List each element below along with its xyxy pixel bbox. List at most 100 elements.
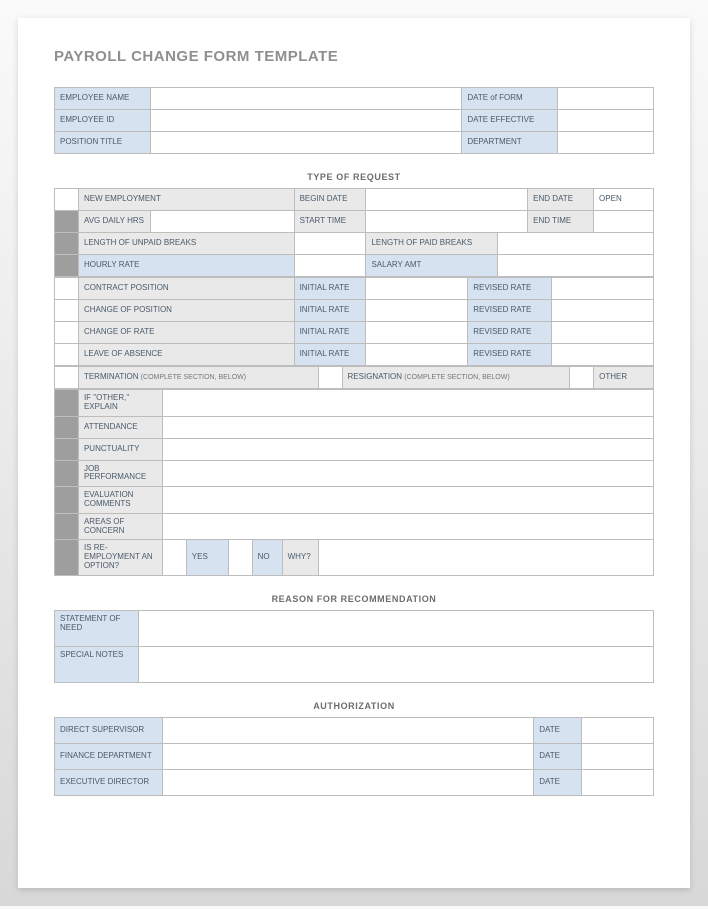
field-start-time[interactable]	[366, 211, 528, 233]
label-if-other: IF "OTHER," EXPLAIN	[78, 390, 162, 417]
field-evaluation-comments[interactable]	[162, 487, 653, 514]
field-date-2[interactable]	[582, 743, 654, 769]
field-revised-rate-2[interactable]	[552, 300, 654, 322]
label-position-title: POSITION TITLE	[55, 132, 151, 154]
field-date-of-form[interactable]	[558, 88, 654, 110]
field-initial-rate-4[interactable]	[366, 344, 468, 366]
check-leave-absence[interactable]	[55, 344, 79, 366]
field-why[interactable]	[318, 540, 653, 575]
field-unpaid-breaks[interactable]	[294, 233, 366, 255]
label-change-rate: CHANGE OF RATE	[78, 322, 294, 344]
field-end-time[interactable]	[594, 211, 654, 233]
form-page: PAYROLL CHANGE FORM TEMPLATE EMPLOYEE NA…	[18, 18, 690, 888]
field-initial-rate-2[interactable]	[366, 300, 468, 322]
label-initial-rate-3: INITIAL RATE	[294, 322, 366, 344]
field-date-effective[interactable]	[558, 110, 654, 132]
label-termination: TERMINATION (COMPLETE SECTION, BELOW)	[78, 367, 318, 389]
text-resignation-note: (COMPLETE SECTION, BELOW)	[404, 374, 509, 381]
label-department: DEPARTMENT	[462, 132, 558, 154]
field-begin-date[interactable]	[366, 189, 528, 211]
label-salary-amt: SALARY AMT	[366, 255, 498, 277]
field-date-1[interactable]	[582, 717, 654, 743]
field-job-performance[interactable]	[162, 460, 653, 487]
request-table-3: TERMINATION (COMPLETE SECTION, BELOW) RE…	[54, 366, 654, 389]
label-finance-department: FINANCE DEPARTMENT	[55, 743, 163, 769]
label-areas-concern: AREAS OF CONCERN	[78, 513, 162, 540]
label-begin-date: BEGIN DATE	[294, 189, 366, 211]
field-avg-daily-hrs[interactable]	[150, 211, 294, 233]
page-title: PAYROLL CHANGE FORM TEMPLATE	[54, 48, 654, 65]
field-punctuality[interactable]	[162, 438, 653, 460]
field-position-title[interactable]	[150, 132, 461, 154]
label-date-effective: DATE EFFECTIVE	[462, 110, 558, 132]
label-why: WHY?	[282, 540, 318, 575]
label-attendance: ATTENDANCE	[78, 416, 162, 438]
section-reason: REASON FOR RECOMMENDATION	[54, 594, 654, 604]
label-initial-rate-1: INITIAL RATE	[294, 278, 366, 300]
spacer	[55, 540, 79, 575]
field-attendance[interactable]	[162, 416, 653, 438]
label-new-employment: NEW EMPLOYMENT	[78, 189, 294, 211]
check-contract-position[interactable]	[55, 278, 79, 300]
field-statement-of-need[interactable]	[138, 610, 653, 646]
field-if-other[interactable]	[162, 390, 653, 417]
field-direct-supervisor[interactable]	[162, 717, 533, 743]
spacer	[55, 211, 79, 233]
request-table-1: NEW EMPLOYMENT BEGIN DATE END DATE OPEN …	[54, 188, 654, 277]
field-employee-name[interactable]	[150, 88, 461, 110]
field-paid-breaks[interactable]	[498, 233, 654, 255]
label-revised-rate-3: REVISED RATE	[468, 322, 552, 344]
check-other[interactable]	[570, 367, 594, 389]
label-evaluation-comments: EVALUATION COMMENTS	[78, 487, 162, 514]
field-revised-rate-4[interactable]	[552, 344, 654, 366]
spacer	[55, 487, 79, 514]
label-resignation: RESIGNATION (COMPLETE SECTION, BELOW)	[342, 367, 570, 389]
check-resignation[interactable]	[318, 367, 342, 389]
label-end-time: END TIME	[528, 211, 594, 233]
label-avg-daily-hrs: AVG DAILY HRS	[78, 211, 150, 233]
label-executive-director: EXECUTIVE DIRECTOR	[55, 769, 163, 795]
field-hourly-rate[interactable]	[294, 255, 366, 277]
label-revised-rate-4: REVISED RATE	[468, 344, 552, 366]
request-table-2: CONTRACT POSITION INITIAL RATE REVISED R…	[54, 277, 654, 366]
spacer	[55, 233, 79, 255]
label-reemployment: IS RE-EMPLOYMENT AN OPTION?	[78, 540, 162, 575]
label-revised-rate-2: REVISED RATE	[468, 300, 552, 322]
authorization-table: DIRECT SUPERVISOR DATE FINANCE DEPARTMEN…	[54, 717, 654, 796]
field-employee-id[interactable]	[150, 110, 461, 132]
label-hourly-rate: HOURLY RATE	[78, 255, 294, 277]
check-change-position[interactable]	[55, 300, 79, 322]
check-change-rate[interactable]	[55, 322, 79, 344]
label-open: OPEN	[594, 189, 654, 211]
field-areas-concern[interactable]	[162, 513, 653, 540]
field-date-3[interactable]	[582, 769, 654, 795]
field-department[interactable]	[558, 132, 654, 154]
spacer	[55, 460, 79, 487]
field-initial-rate-3[interactable]	[366, 322, 468, 344]
text-termination: TERMINATION	[84, 372, 139, 381]
label-change-position: CHANGE OF POSITION	[78, 300, 294, 322]
check-termination[interactable]	[55, 367, 79, 389]
check-yes[interactable]	[162, 540, 186, 575]
text-resignation: RESIGNATION	[348, 372, 403, 381]
label-contract-position: CONTRACT POSITION	[78, 278, 294, 300]
label-initial-rate-4: INITIAL RATE	[294, 344, 366, 366]
field-revised-rate-1[interactable]	[552, 278, 654, 300]
label-date-of-form: DATE of FORM	[462, 88, 558, 110]
spacer	[55, 255, 79, 277]
label-special-notes: SPECIAL NOTES	[55, 646, 139, 682]
label-paid-breaks: LENGTH OF PAID BREAKS	[366, 233, 498, 255]
label-direct-supervisor: DIRECT SUPERVISOR	[55, 717, 163, 743]
field-salary-amt[interactable]	[498, 255, 654, 277]
field-executive-director[interactable]	[162, 769, 533, 795]
field-revised-rate-3[interactable]	[552, 322, 654, 344]
label-leave-absence: LEAVE OF ABSENCE	[78, 344, 294, 366]
field-initial-rate-1[interactable]	[366, 278, 468, 300]
check-no[interactable]	[228, 540, 252, 575]
field-special-notes[interactable]	[138, 646, 653, 682]
field-finance-department[interactable]	[162, 743, 533, 769]
employee-info-table: EMPLOYEE NAME DATE of FORM EMPLOYEE ID D…	[54, 87, 654, 154]
check-new-employment[interactable]	[55, 189, 79, 211]
label-start-time: START TIME	[294, 211, 366, 233]
label-employee-id: EMPLOYEE ID	[55, 110, 151, 132]
